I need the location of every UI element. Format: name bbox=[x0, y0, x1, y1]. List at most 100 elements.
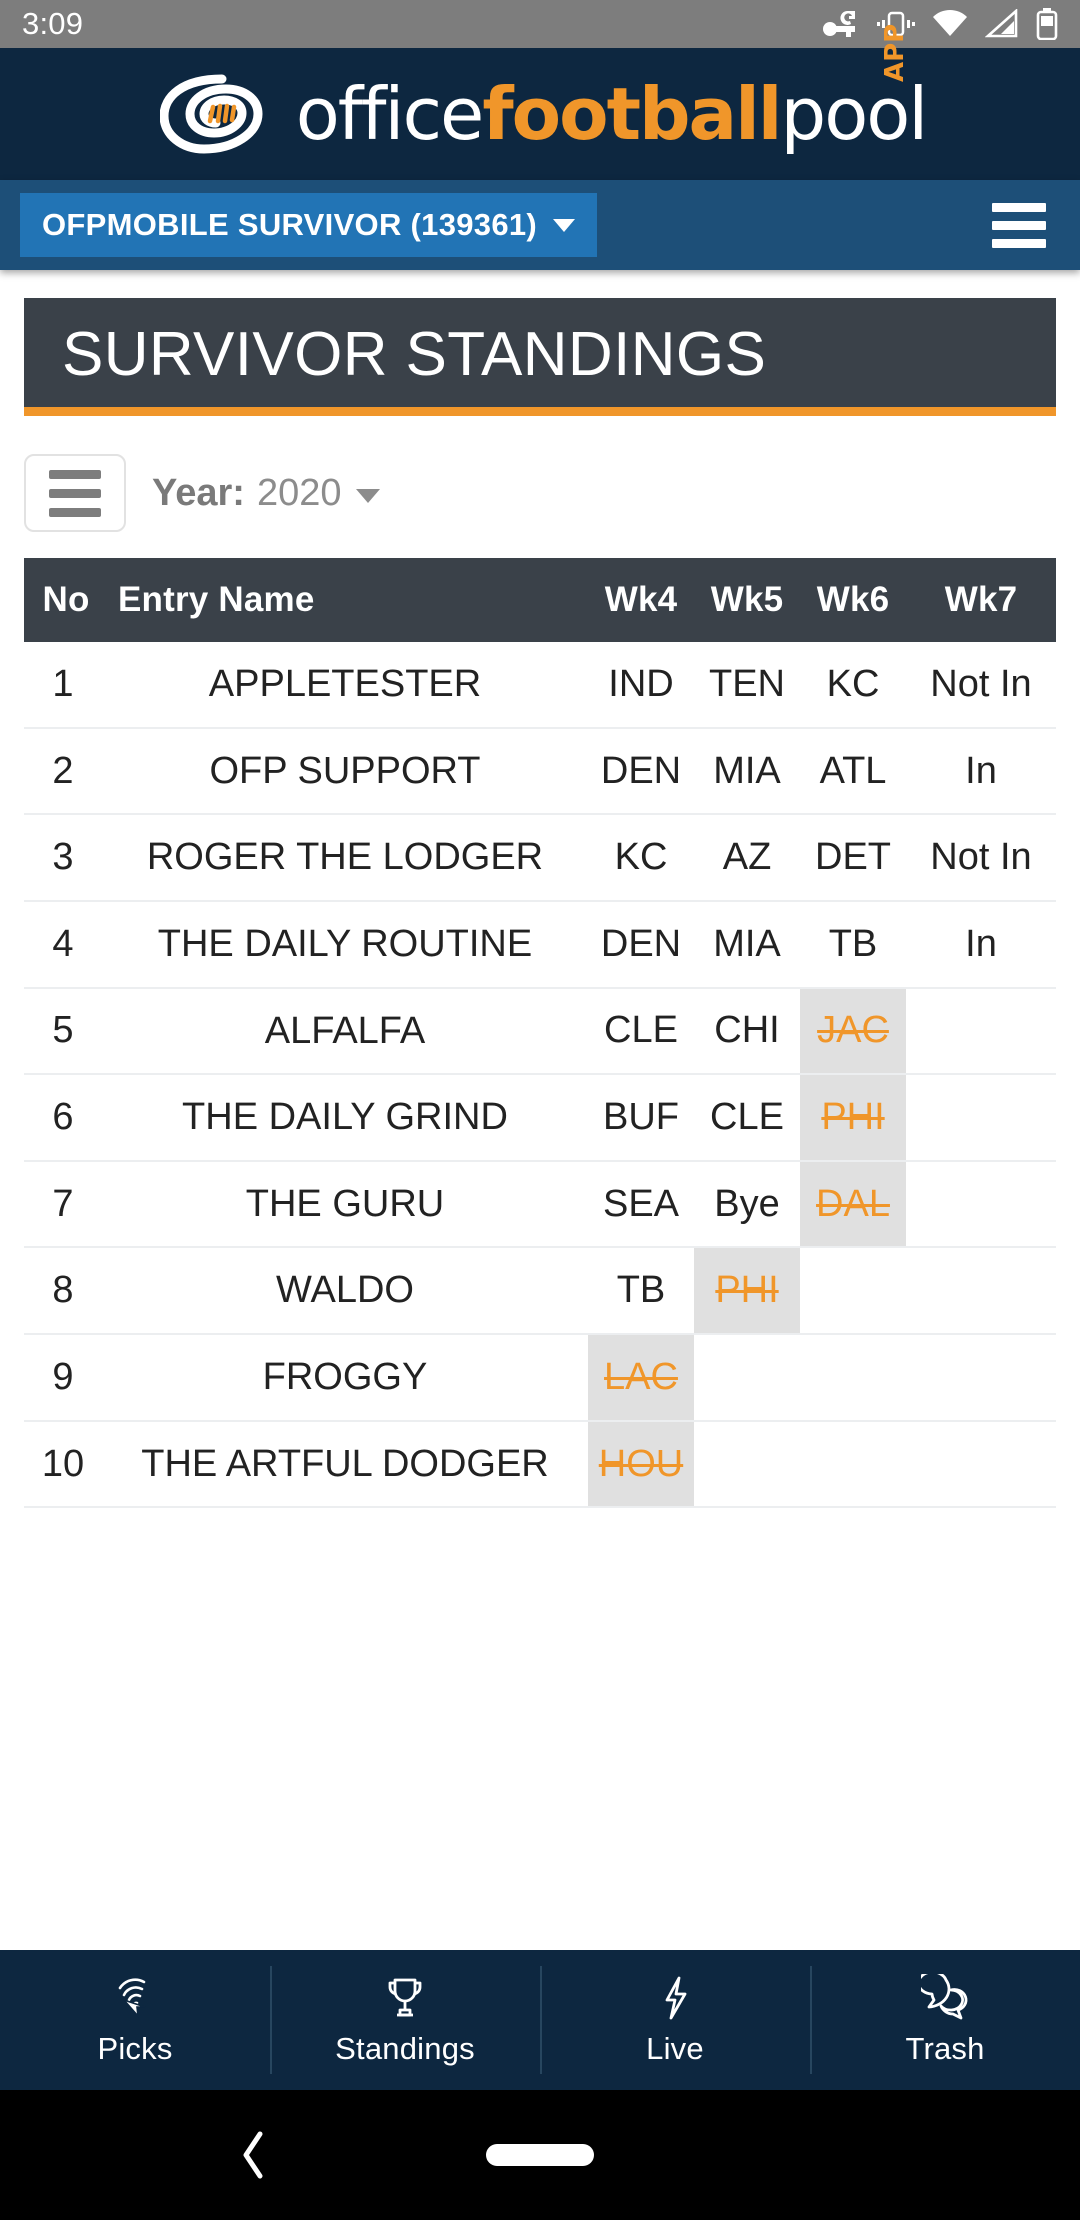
football-spiral-logo bbox=[159, 74, 263, 154]
pick-team: MIA bbox=[694, 900, 800, 989]
column-header-wk5[interactable]: Wk5 bbox=[694, 558, 800, 643]
pick-empty bbox=[694, 1334, 800, 1422]
brand-wordmark: officefootballpool APP bbox=[296, 24, 929, 150]
pick-team: BUF bbox=[588, 1074, 694, 1162]
column-header-wk7[interactable]: Wk7 bbox=[906, 558, 1056, 643]
pick-empty bbox=[906, 1420, 1056, 1509]
pick-team: SEA bbox=[588, 1160, 694, 1249]
entry-name: ALFALFA bbox=[102, 987, 588, 1076]
column-header-name[interactable]: Entry Name bbox=[102, 558, 588, 643]
pick-team: DEN bbox=[588, 900, 694, 989]
year-label: Year: bbox=[152, 471, 245, 514]
hamburger-menu-icon[interactable] bbox=[986, 197, 1052, 254]
pick-empty bbox=[800, 1420, 906, 1509]
pick-team: DEN bbox=[588, 727, 694, 816]
back-chevron-icon[interactable] bbox=[236, 2128, 270, 2182]
table-row[interactable]: 9 FROGGY LAC bbox=[24, 1334, 1056, 1422]
pick-team: TB bbox=[588, 1247, 694, 1336]
app-screen: 3:09 officefootballpool APP OFPMOBILE SU… bbox=[0, 0, 1080, 2220]
table-row[interactable]: 6 THE DAILY GRIND BUF CLE PHI bbox=[24, 1074, 1056, 1162]
pick-eliminated: LAC bbox=[588, 1334, 694, 1422]
pick-empty bbox=[906, 1247, 1056, 1336]
brand-office: office bbox=[295, 72, 485, 156]
status-bar: 3:09 bbox=[0, 0, 1080, 48]
nav-label-live: Live bbox=[646, 2030, 704, 2066]
caret-down-icon bbox=[355, 489, 380, 504]
row-number: 6 bbox=[24, 1074, 102, 1162]
row-number: 9 bbox=[24, 1334, 102, 1422]
entry-name: THE DAILY GRIND bbox=[102, 1074, 588, 1162]
filter-row: Year: 2020 bbox=[0, 416, 1080, 558]
table-row[interactable]: 7 THE GURU SEA Bye DAL bbox=[24, 1160, 1056, 1249]
pick-team: TB bbox=[800, 900, 906, 989]
hamburger-list-icon[interactable] bbox=[24, 454, 126, 533]
nav-label-standings: Standings bbox=[335, 2030, 475, 2066]
entry-name: FROGGY bbox=[102, 1334, 588, 1422]
row-number: 1 bbox=[24, 642, 102, 729]
nav-item-picks[interactable]: Picks bbox=[0, 1950, 270, 2090]
battery-icon bbox=[1036, 8, 1058, 40]
page-title: SURVIVOR STANDINGS bbox=[62, 320, 767, 389]
page-title-band: SURVIVOR STANDINGS bbox=[24, 298, 1056, 417]
status-bar-icons bbox=[822, 8, 1058, 40]
nav-item-standings[interactable]: Standings bbox=[270, 1950, 540, 2090]
chat-bubbles-icon bbox=[921, 1973, 968, 2019]
home-pill-icon[interactable] bbox=[486, 2144, 594, 2166]
trophy-icon bbox=[388, 1978, 422, 2016]
nav-item-trash[interactable]: Trash bbox=[810, 1950, 1080, 2090]
pick-empty bbox=[800, 1247, 906, 1336]
pick-eliminated: PHI bbox=[800, 1074, 906, 1162]
signal-icon bbox=[985, 9, 1018, 38]
pool-bar: OFPMOBILE SURVIVOR (139361) bbox=[0, 180, 1080, 270]
hamburger-bar bbox=[49, 469, 101, 479]
pool-selector-label: OFPMOBILE SURVIVOR (139361) bbox=[42, 207, 538, 242]
pick-empty bbox=[906, 1160, 1056, 1249]
lightning-bolt-icon bbox=[665, 1976, 687, 2019]
pick-eliminated: JAC bbox=[800, 987, 906, 1076]
status-badge-in: In bbox=[906, 727, 1056, 816]
hamburger-bar bbox=[49, 507, 101, 517]
nav-item-live[interactable]: Live bbox=[540, 1950, 810, 2090]
status-bar-clock: 3:09 bbox=[22, 6, 84, 41]
brand-pool: pool bbox=[780, 72, 928, 156]
pick-team: IND bbox=[588, 642, 694, 729]
table-row[interactable]: 5 ALFALFA CLE CHI JAC bbox=[24, 987, 1056, 1076]
pick-eliminated: HOU bbox=[588, 1420, 694, 1509]
column-header-wk4[interactable]: Wk4 bbox=[588, 558, 694, 643]
bottom-navigation: Picks Standings Live Trash bbox=[0, 1950, 1080, 2090]
pick-empty bbox=[906, 1334, 1056, 1422]
pool-selector-dropdown[interactable]: OFPMOBILE SURVIVOR (139361) bbox=[20, 193, 598, 257]
pick-team: KC bbox=[800, 642, 906, 729]
table-row[interactable]: 4 THE DAILY ROUTINE DEN MIA TB In bbox=[24, 900, 1056, 989]
pick-team: KC bbox=[588, 814, 694, 902]
pick-team: DET bbox=[800, 814, 906, 902]
table-row[interactable]: 3 ROGER THE LODGER KC AZ DET Not In bbox=[24, 814, 1056, 902]
table-row[interactable]: 2 OFP SUPPORT DEN MIA ATL In bbox=[24, 727, 1056, 816]
table-row[interactable]: 1 APPLETESTER IND TEN KC Not In bbox=[24, 642, 1056, 729]
brand-header: officefootballpool APP bbox=[0, 24, 1080, 180]
row-number: 5 bbox=[24, 987, 102, 1076]
status-badge-in: In bbox=[906, 900, 1056, 989]
column-header-no[interactable]: No bbox=[24, 558, 102, 643]
pick-empty bbox=[800, 1334, 906, 1422]
hamburger-bar bbox=[992, 220, 1046, 230]
row-number: 2 bbox=[24, 727, 102, 816]
row-number: 4 bbox=[24, 900, 102, 989]
vpn-key-icon bbox=[823, 10, 855, 37]
year-selector[interactable]: Year: 2020 bbox=[152, 472, 380, 515]
brand-app-badge: APP bbox=[880, 23, 911, 82]
pick-team: Bye bbox=[694, 1160, 800, 1249]
standings-table-head: No Entry Name Wk4 Wk5 Wk6 Wk7 bbox=[24, 558, 1056, 643]
standings-table-body: 1 APPLETESTER IND TEN KC Not In 2 OFP SUPPORT DE… bbox=[24, 642, 1056, 1509]
pick-team: CLE bbox=[588, 987, 694, 1076]
entry-name: THE ARTFUL DODGER bbox=[102, 1420, 588, 1509]
pick-eliminated: PHI bbox=[694, 1247, 800, 1336]
table-row[interactable]: 10 THE ARTFUL DODGER HOU bbox=[24, 1420, 1056, 1509]
hamburger-bar bbox=[992, 202, 1046, 212]
standings-table: No Entry Name Wk4 Wk5 Wk6 Wk7 1 APPLETEST… bbox=[24, 558, 1056, 1509]
column-header-wk6[interactable]: Wk6 bbox=[800, 558, 906, 643]
fingerprint-tap-icon bbox=[118, 1977, 146, 2018]
row-number: 7 bbox=[24, 1160, 102, 1249]
table-row[interactable]: 8 WALDO TB PHI bbox=[24, 1247, 1056, 1336]
entry-name: THE GURU bbox=[102, 1160, 588, 1249]
